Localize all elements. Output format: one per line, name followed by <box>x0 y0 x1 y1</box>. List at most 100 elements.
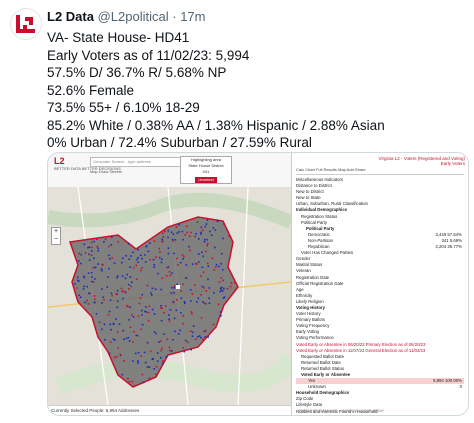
voter-dot <box>184 302 186 305</box>
panel-tabs[interactable]: Calc Chart Full Results Map Add Share <box>296 167 464 175</box>
voter-dot <box>189 300 192 302</box>
voter-dot <box>122 257 124 260</box>
voter-dot <box>137 315 140 317</box>
tweet-line: 52.6% Female <box>47 82 135 98</box>
separator: · <box>172 9 177 24</box>
voter-dot <box>172 240 174 242</box>
voter-dot <box>121 373 124 376</box>
voter-dot <box>182 347 184 349</box>
voter-dot <box>137 360 139 362</box>
district-map[interactable]: + − <box>48 187 291 405</box>
voter-dot <box>196 301 198 303</box>
voter-dot <box>223 296 226 298</box>
voter-dot <box>218 281 221 283</box>
voter-dot <box>115 355 118 358</box>
voter-dot <box>162 235 165 238</box>
brand-name: L2 <box>54 156 65 166</box>
panel-footer: VIEW ENTIRE DATABASE · WATCH ON MEDIA AR… <box>296 409 385 413</box>
voter-dot <box>196 335 199 338</box>
voter-dot <box>211 257 214 260</box>
voter-dot <box>138 302 141 305</box>
voter-dot <box>131 380 134 383</box>
voter-dot <box>155 332 157 335</box>
geocoder-search-input[interactable]: Geocoder Search - type address <box>90 157 186 167</box>
voter-dot <box>176 257 178 260</box>
voter-dot <box>203 240 206 243</box>
voter-dot <box>154 288 157 290</box>
voter-dot <box>95 313 98 315</box>
voter-dot <box>167 229 170 232</box>
voter-dot <box>202 229 204 232</box>
voter-dot <box>172 338 174 341</box>
voter-dot <box>161 307 163 310</box>
voter-dot <box>123 360 125 362</box>
voter-dot <box>144 361 147 364</box>
voter-dot <box>91 276 93 278</box>
voter-dot <box>207 265 210 268</box>
unselect-button[interactable]: Unselect <box>195 177 217 183</box>
voter-dot <box>113 356 116 359</box>
voter-dot <box>158 341 160 343</box>
zoom-control[interactable]: + − <box>51 227 61 245</box>
voter-dot <box>141 323 144 326</box>
status-bar: Currently Selected People: 5,994 Address… <box>48 405 294 415</box>
voter-dot <box>148 366 151 369</box>
voter-dot <box>147 319 150 322</box>
avatar[interactable] <box>10 8 42 40</box>
voter-dot <box>220 286 223 289</box>
voter-dot <box>168 314 170 316</box>
tweet-time[interactable]: 17m <box>180 9 205 24</box>
voter-dot <box>78 252 81 255</box>
voter-dot <box>208 302 211 304</box>
l2-logo-icon <box>16 15 35 33</box>
voter-dot <box>135 278 138 281</box>
voter-dot <box>132 341 134 343</box>
voter-dot <box>113 262 116 265</box>
tweet-image[interactable]: L2 BETTER DATA BETTER DECISIONS Geocoder… <box>47 152 469 416</box>
author-name[interactable]: L2 Data <box>47 9 94 24</box>
voter-dot <box>110 244 113 246</box>
voter-dot <box>146 341 149 344</box>
voter-dot <box>144 310 146 313</box>
voter-dot <box>127 305 129 308</box>
voter-dot <box>142 381 145 384</box>
voter-dot <box>128 258 130 260</box>
voter-dot <box>128 283 130 286</box>
voter-dot <box>184 234 186 236</box>
voter-dot <box>178 223 180 226</box>
voter-dot <box>201 266 204 269</box>
yes-pct: 100.00% <box>445 378 462 384</box>
voter-dot <box>101 269 103 272</box>
voter-dot <box>82 275 85 278</box>
voter-dot <box>201 251 203 254</box>
voter-dot <box>97 263 99 265</box>
voter-dot <box>139 297 142 299</box>
party-pct: 5.69% <box>449 237 462 243</box>
voter-dot <box>160 349 162 352</box>
tweet-text: VA- State House- HD41 Early Voters as of… <box>47 29 467 152</box>
map-tools[interactable]: Map Draw Streets <box>90 169 182 178</box>
voter-dot <box>174 239 177 241</box>
voter-dot <box>200 336 202 339</box>
voter-dot <box>163 333 165 335</box>
voter-dot <box>97 250 100 252</box>
voter-dot <box>137 362 139 364</box>
voter-dot <box>174 330 176 333</box>
voter-dot <box>121 275 124 277</box>
voter-dot <box>190 311 193 313</box>
voter-dot <box>163 230 166 233</box>
voter-dot <box>200 233 202 235</box>
voter-dot <box>213 292 215 294</box>
voter-dot <box>228 235 230 238</box>
voter-dot <box>74 283 76 285</box>
filter-item[interactable]: Donor Information <box>296 415 464 416</box>
voter-dot <box>182 283 184 286</box>
author-handle[interactable]: @L2political <box>98 9 169 24</box>
highlight-box: Highlighting area State House District 0… <box>180 156 232 184</box>
voter-dot <box>84 301 86 304</box>
voter-dot <box>141 314 143 316</box>
panel-title: Virginia L2 - Voters (Registered and Vot… <box>379 156 465 166</box>
voter-dot <box>144 261 147 263</box>
voter-dot <box>155 256 157 258</box>
voter-dot <box>97 247 99 250</box>
